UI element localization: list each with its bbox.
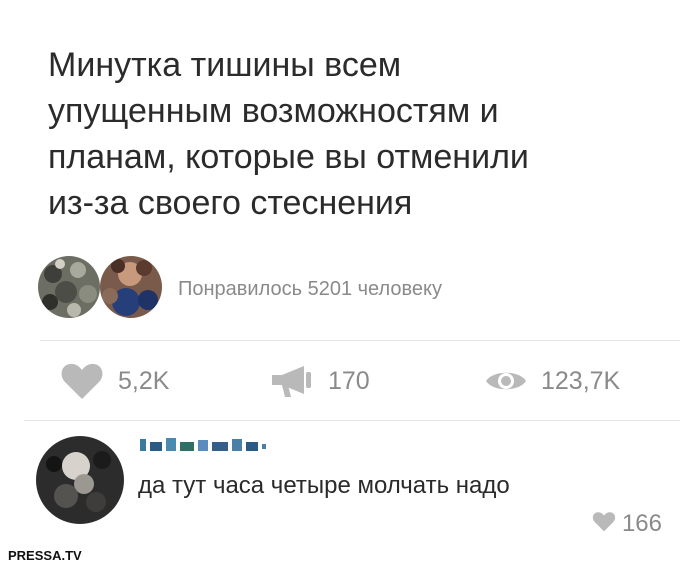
comment-text: да тут часа четыре молчать надо bbox=[138, 472, 510, 499]
watermark: PRESSA.TV bbox=[8, 548, 82, 563]
post-text-line: планам, которые вы отменили bbox=[48, 138, 529, 176]
comment-like-button[interactable]: 166 bbox=[592, 510, 662, 538]
like-count: 5,2K bbox=[118, 366, 170, 395]
post-text: Минутка тишины всем упущенным возможност… bbox=[48, 42, 668, 226]
eye-icon bbox=[485, 367, 527, 395]
like-button[interactable]: 5,2K bbox=[60, 356, 169, 406]
divider bbox=[24, 420, 680, 421]
post-text-line: упущенным возможностям и bbox=[48, 92, 499, 130]
comment-like-count: 166 bbox=[621, 510, 662, 537]
liker-avatar[interactable] bbox=[100, 256, 162, 318]
heart-icon bbox=[592, 511, 616, 537]
comment: да тут часа четыре молчать надо 166 bbox=[36, 432, 676, 552]
liked-count-label[interactable]: Понравилось 5201 человеку bbox=[178, 278, 442, 301]
divider bbox=[40, 340, 680, 341]
post-text-line: из-за своего стеснения bbox=[48, 184, 413, 222]
megaphone-icon bbox=[270, 364, 314, 398]
comment-avatar[interactable] bbox=[36, 436, 124, 524]
comment-author-name[interactable] bbox=[140, 436, 300, 454]
repost-count: 170 bbox=[328, 366, 370, 395]
post-stats: 5,2K 170 123,7K bbox=[40, 356, 680, 406]
views-count: 123,7K bbox=[541, 366, 621, 395]
likers-row[interactable]: Понравилось 5201 человеку bbox=[38, 256, 678, 320]
repost-button[interactable]: 170 bbox=[270, 356, 370, 406]
heart-icon bbox=[60, 362, 104, 400]
liker-avatar[interactable] bbox=[38, 256, 100, 318]
views-counter: 123,7K bbox=[485, 356, 620, 406]
post-text-line: Минутка тишины всем bbox=[48, 46, 402, 84]
